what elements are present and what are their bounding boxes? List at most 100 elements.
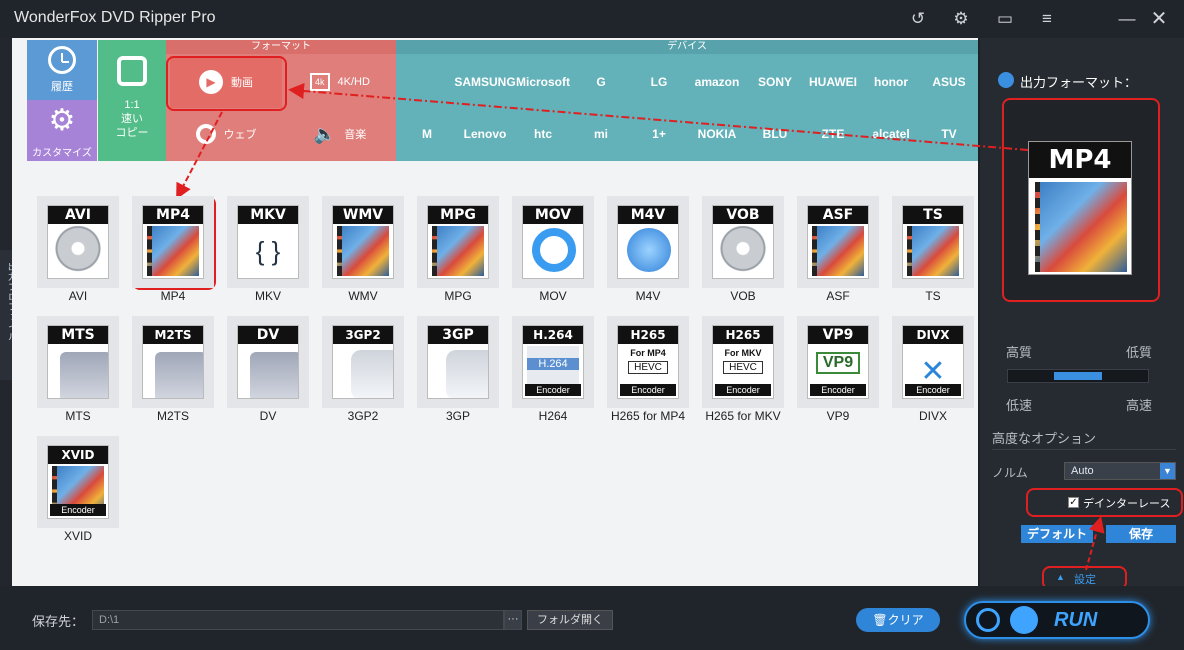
brand-row1-item-1[interactable]: SAMSUNG bbox=[454, 56, 515, 108]
format-asf[interactable]: ASF bbox=[797, 196, 879, 288]
close-icon[interactable]: ✕ bbox=[1148, 8, 1170, 30]
format-art bbox=[532, 228, 576, 272]
save-settings-button[interactable]: 保存 bbox=[1106, 525, 1176, 543]
format-label: MKV bbox=[254, 289, 281, 303]
brand-label: G bbox=[596, 75, 606, 89]
format-vp9[interactable]: VP9 VP9 Encoder bbox=[797, 316, 879, 408]
format-mpg[interactable]: MPG bbox=[417, 196, 499, 288]
brand-row2-item-6[interactable]: BLU bbox=[746, 108, 804, 160]
format-h265-for-mkv[interactable]: H265 For MKV HEVC Encoder bbox=[702, 316, 784, 408]
browse-button[interactable]: ··· bbox=[504, 610, 522, 630]
brand-row2-item-1[interactable]: Lenovo bbox=[456, 108, 514, 160]
brand-row1-item-7[interactable]: HUAWEI bbox=[804, 56, 862, 108]
quality-slider-thumb[interactable] bbox=[1054, 372, 1102, 380]
format-icon-label: M4V bbox=[618, 206, 678, 224]
format-icon: M2TS bbox=[142, 325, 204, 399]
brand-row-2: M Lenovo htc mi 1+ NOKIA BLU ZTE alcatel TV bbox=[398, 108, 978, 160]
format-vob[interactable]: VOB bbox=[702, 196, 784, 288]
brand-row2-item-5[interactable]: NOKIA bbox=[688, 108, 746, 160]
brand-row1-item-8[interactable]: honor bbox=[862, 56, 920, 108]
format-mov[interactable]: MOV bbox=[512, 196, 594, 288]
format-dv[interactable]: DV bbox=[227, 316, 309, 408]
hevc-badge: HEVC bbox=[723, 361, 763, 374]
film-reel-icon bbox=[998, 72, 1014, 88]
copy-icon bbox=[117, 56, 147, 86]
format-icon-label: TS bbox=[903, 206, 963, 224]
format-wmv[interactable]: WMV bbox=[322, 196, 404, 288]
low-speed-label: 低速 bbox=[1006, 398, 1033, 413]
format-label: MTS bbox=[65, 409, 91, 423]
format-icon: 3GP bbox=[427, 325, 489, 399]
format-label: M2TS bbox=[156, 409, 189, 423]
format-3gp[interactable]: 3GP bbox=[417, 316, 499, 408]
brand-row1-item-3[interactable]: G bbox=[572, 56, 630, 108]
format-label: MOV bbox=[539, 289, 567, 303]
settings-toggle[interactable]: 設定 bbox=[1074, 571, 1096, 587]
web-category-button[interactable]: ウェブ bbox=[170, 108, 282, 160]
format-3gp2[interactable]: 3GP2 bbox=[322, 316, 404, 408]
format-mts[interactable]: MTS bbox=[37, 316, 119, 408]
menu-icon[interactable]: ≡ bbox=[1036, 8, 1058, 30]
output-path-input[interactable]: D:\1 bbox=[92, 610, 504, 630]
format-h265-for-mp4[interactable]: H265 For MP4 HEVC Encoder bbox=[607, 316, 689, 408]
brand-row1-item-6[interactable]: SONY bbox=[746, 56, 804, 108]
format-ts[interactable]: TS bbox=[892, 196, 974, 288]
brand-row1-item-9[interactable]: ASUS bbox=[920, 56, 978, 108]
clear-button[interactable]: 🗑クリア bbox=[856, 608, 940, 632]
brand-row2-item-9[interactable]: TV bbox=[920, 108, 978, 160]
format-mkv[interactable]: MKV { } bbox=[227, 196, 309, 288]
format-mp4[interactable]: MP4 bbox=[132, 196, 214, 288]
format-m2ts[interactable]: M2TS bbox=[132, 316, 214, 408]
hd-category-button[interactable]: 4k 4K/HD bbox=[286, 56, 394, 108]
brand-row1-item-4[interactable]: LG bbox=[630, 56, 688, 108]
music-category-button[interactable]: 🔈 音楽 bbox=[286, 108, 394, 160]
format-m4v[interactable]: M4V bbox=[607, 196, 689, 288]
brand-label: ASUS bbox=[932, 75, 966, 89]
settings-gear-icon[interactable]: ⚙ bbox=[950, 8, 972, 30]
brand-label: Lenovo bbox=[463, 127, 507, 141]
history-tile[interactable]: 履歴 bbox=[27, 40, 97, 100]
format-xvid[interactable]: XVID Encoder bbox=[37, 436, 119, 528]
format-label: AVI bbox=[68, 289, 88, 303]
apple-icon[interactable] bbox=[398, 56, 456, 108]
brand-row2-item-0[interactable]: M bbox=[398, 108, 456, 160]
format-icon: VOB bbox=[712, 205, 774, 279]
divider bbox=[992, 449, 1176, 450]
minimize-icon[interactable]: — bbox=[1116, 8, 1138, 30]
brand-label: BLU bbox=[762, 127, 788, 141]
norm-label: ノルム bbox=[992, 466, 1028, 480]
format-icon-label: VP9 bbox=[808, 326, 868, 344]
format-avi[interactable]: AVI bbox=[37, 196, 119, 288]
open-folder-button[interactable]: フォルダ開く bbox=[527, 610, 613, 630]
deinterlace-checkbox[interactable]: ✓ bbox=[1068, 497, 1079, 508]
chat-icon[interactable]: ▭ bbox=[994, 8, 1016, 30]
brand-row2-item-2[interactable]: htc bbox=[514, 108, 572, 160]
chevron-down-icon[interactable]: ▼ bbox=[1160, 463, 1175, 479]
brand-row2-item-4[interactable]: 1+ bbox=[630, 108, 688, 160]
format-label: VOB bbox=[730, 289, 756, 303]
format-art: { } bbox=[255, 235, 281, 266]
default-button[interactable]: デフォルト bbox=[1021, 525, 1093, 543]
brand-row1-item-2[interactable]: Microsoft bbox=[514, 56, 572, 108]
speaker-icon: 🔈 bbox=[313, 123, 337, 144]
fast-copy-tile[interactable]: 1:1 速い コピー bbox=[98, 40, 166, 161]
refresh-icon[interactable]: ↺ bbox=[907, 8, 929, 30]
format-icon: H.264 H.264 Encoder bbox=[522, 325, 584, 399]
format-divx[interactable]: DIVX ✕ Encoder bbox=[892, 316, 974, 408]
brand-row2-item-7[interactable]: ZTE bbox=[804, 108, 862, 160]
hevc-badge: HEVC bbox=[628, 361, 668, 374]
customize-tile[interactable]: ⚙ カスタマイズ bbox=[27, 100, 97, 161]
brand-row2-item-3[interactable]: mi bbox=[572, 108, 630, 160]
brand-row1-item-5[interactable]: amazon bbox=[688, 56, 746, 108]
history-label: 履歴 bbox=[51, 81, 73, 93]
format-icon-label: 3GP bbox=[428, 326, 488, 344]
brand-row2-item-8[interactable]: alcatel bbox=[862, 108, 920, 160]
format-icon-label: AVI bbox=[48, 206, 108, 224]
format-icon: XVID Encoder bbox=[47, 445, 109, 519]
format-h264[interactable]: H.264 H.264 Encoder bbox=[512, 316, 594, 408]
format-art bbox=[446, 350, 488, 398]
brand-label: 1+ bbox=[652, 127, 666, 141]
gear-icon: ⚙ bbox=[48, 104, 76, 137]
video-highlight bbox=[166, 56, 287, 111]
format-icon: M4V bbox=[617, 205, 679, 279]
